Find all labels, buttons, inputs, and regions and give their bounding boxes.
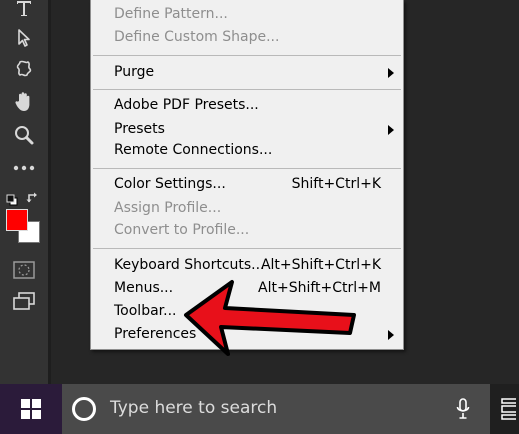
quick-mask-icon[interactable] [8,256,40,284]
menu-item-assign-profile[interactable]: Assign Profile... [91,199,403,220]
path-selection-icon[interactable] [8,24,40,52]
submenu-arrow-icon [388,330,394,340]
default-colors-icon[interactable] [6,191,18,206]
screen-mode-icon[interactable] [8,287,40,315]
windows-taskbar: Type here to search [0,384,519,434]
menu-separator [93,168,401,169]
menu-item-toolbar[interactable]: Toolbar... [91,302,403,323]
hand-tool-icon[interactable] [8,88,40,116]
search-placeholder: Type here to search [110,398,278,418]
microphone-icon[interactable] [456,398,470,420]
more-tools-icon[interactable] [8,154,40,182]
menu-item-remote-connections[interactable]: Remote Connections... [91,141,403,162]
task-view-icon[interactable] [500,398,516,420]
menu-item-preferences[interactable]: Preferences [91,325,403,346]
submenu-arrow-icon [388,125,394,135]
menu-item-convert-to-profile[interactable]: Convert to Profile... [91,221,403,242]
custom-shape-icon[interactable] [8,55,40,83]
menu-separator [93,89,401,90]
menu-separator [93,55,401,56]
taskbar-search-box[interactable]: Type here to search [62,384,490,434]
tools-panel [0,0,48,384]
submenu-arrow-icon [388,68,394,78]
zoom-tool-icon[interactable] [8,121,40,149]
menu-item-color-settings[interactable]: Color Settings... Shift+Ctrl+K [91,175,403,196]
menu-item-presets[interactable]: Presets [91,120,403,141]
type-tool-icon[interactable] [8,0,40,22]
menu-item-menus[interactable]: Menus... Alt+Shift+Ctrl+M [91,279,403,300]
menu-item-define-custom-shape[interactable]: Define Custom Shape... [91,28,403,49]
menu-item-purge[interactable]: Purge [91,63,403,84]
start-button[interactable] [0,384,62,434]
edit-menu: Define Pattern... Define Custom Shape...… [90,0,404,350]
menu-item-keyboard-shortcuts[interactable]: Keyboard Shortcuts... Alt+Shift+Ctrl+K [91,256,403,277]
menu-item-adobe-pdf-presets[interactable]: Adobe PDF Presets... [91,96,403,117]
windows-logo-icon [21,399,41,419]
menu-separator [93,248,401,249]
menu-item-define-pattern[interactable]: Define Pattern... [91,5,403,26]
cortana-icon[interactable] [72,397,96,421]
swap-colors-icon[interactable] [26,190,40,204]
foreground-color-swatch[interactable] [6,209,28,231]
